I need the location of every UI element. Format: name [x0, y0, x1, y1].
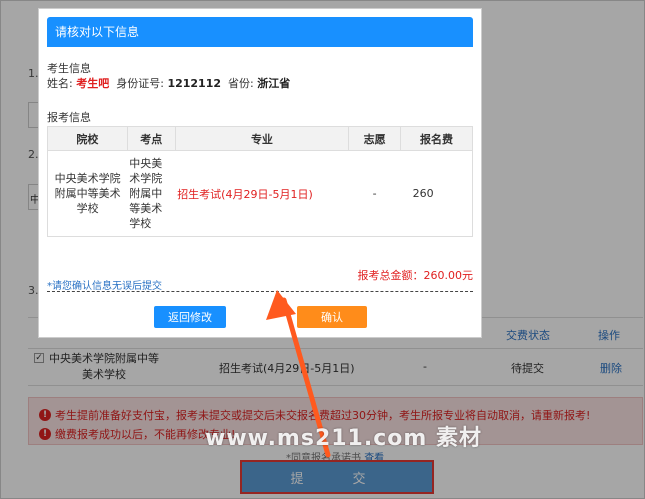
watermark: www.ms211.com 素材 [205, 426, 482, 451]
